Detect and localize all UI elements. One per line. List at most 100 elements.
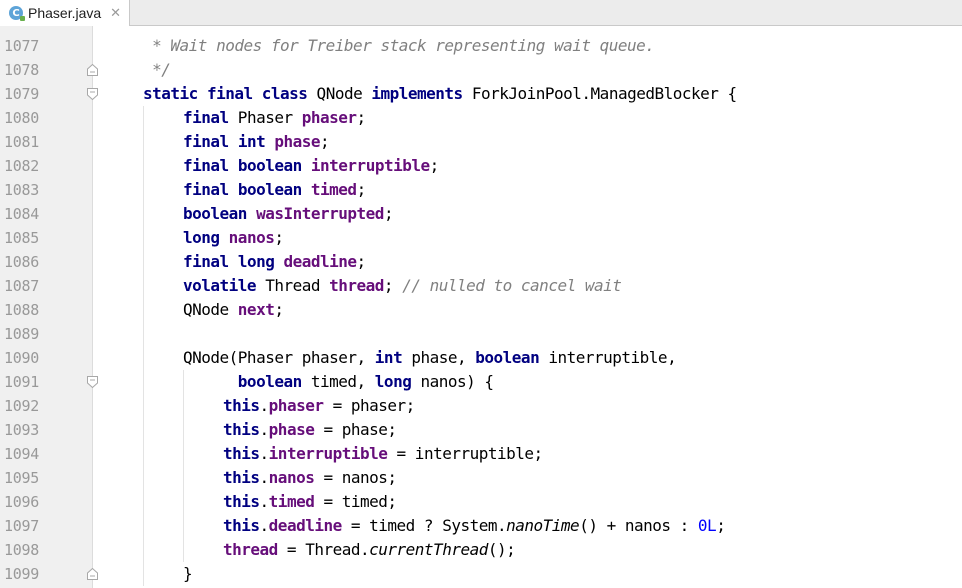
code-token: = timed; bbox=[314, 492, 397, 511]
code-text: this.deadline = timed ? System.nanoTime(… bbox=[223, 514, 726, 538]
code-token: currentThread bbox=[369, 540, 488, 559]
code-token: static bbox=[143, 84, 198, 103]
code-token: this bbox=[223, 420, 260, 439]
code-token: long bbox=[374, 372, 412, 391]
code-token: phase, bbox=[402, 348, 476, 367]
tab-phaser-java[interactable]: C Phaser.java ✕ bbox=[0, 0, 130, 26]
code-token: ForkJoinPool.ManagedBlocker { bbox=[462, 84, 737, 103]
code-line[interactable]: 1080 final Phaser phaser; bbox=[0, 106, 962, 130]
code-token: timed bbox=[268, 492, 315, 511]
code-token: nanoTime bbox=[506, 516, 580, 535]
line-number: 1084 bbox=[4, 205, 39, 223]
code-line[interactable]: 1098 thread = Thread.currentThread(); bbox=[0, 538, 962, 562]
code-line[interactable]: 1092 this.phaser = phaser; bbox=[0, 394, 962, 418]
code-token: deadline bbox=[268, 516, 343, 535]
code-token: deadline bbox=[283, 252, 357, 271]
code-token: ; bbox=[383, 276, 403, 295]
code-text: final boolean interruptible; bbox=[183, 154, 439, 178]
code-line[interactable]: 1094 this.interruptible = interruptible; bbox=[0, 442, 962, 466]
tab-label: Phaser.java bbox=[28, 5, 102, 21]
java-class-icon: C bbox=[9, 6, 25, 21]
code-token: = phaser; bbox=[323, 396, 416, 415]
code-token: (); bbox=[487, 540, 516, 559]
close-icon[interactable]: ✕ bbox=[110, 6, 121, 21]
code-token: thread bbox=[223, 540, 278, 559]
code-token: . bbox=[259, 468, 270, 487]
code-line[interactable]: 1095 this.nanos = nanos; bbox=[0, 466, 962, 490]
code-token: ; bbox=[716, 516, 726, 535]
code-token: . bbox=[259, 396, 270, 415]
code-line[interactable]: 1077 * Wait nodes for Treiber stack repr… bbox=[0, 34, 962, 58]
code-text: */ bbox=[143, 58, 171, 82]
line-number: 1092 bbox=[4, 397, 39, 415]
code-token: wasInterrupted bbox=[256, 204, 384, 223]
line-number: 1094 bbox=[4, 445, 39, 463]
code-token: next bbox=[237, 300, 275, 319]
code-token: Thread bbox=[256, 276, 330, 295]
fold-end-icon[interactable] bbox=[87, 568, 98, 580]
line-number: 1077 bbox=[4, 37, 39, 55]
code-token: this bbox=[223, 444, 260, 463]
line-number: 1089 bbox=[4, 325, 39, 343]
indent-guide bbox=[143, 106, 144, 586]
code-token: = nanos; bbox=[314, 468, 397, 487]
code-token: = phase; bbox=[314, 420, 397, 439]
code-line[interactable]: 1079 static final class QNode implements … bbox=[0, 82, 962, 106]
code-token: this bbox=[223, 468, 260, 487]
code-line[interactable]: 1091 boolean timed, long nanos) { bbox=[0, 370, 962, 394]
code-token: boolean bbox=[475, 348, 540, 367]
code-line[interactable]: 1093 this.phase = phase; bbox=[0, 418, 962, 442]
code-text: static final class QNode implements Fork… bbox=[143, 82, 737, 106]
code-text: final int phase; bbox=[183, 130, 330, 154]
code-token: interruptible bbox=[310, 156, 430, 175]
code-token: this bbox=[223, 516, 260, 535]
code-line[interactable]: 1081 final int phase; bbox=[0, 130, 962, 154]
code-line[interactable]: 1089 bbox=[0, 322, 962, 346]
code-token: phaser bbox=[268, 396, 324, 415]
code-line[interactable]: 1099} bbox=[0, 562, 962, 586]
code-text: QNode next; bbox=[183, 298, 284, 322]
code-token: nanos) { bbox=[411, 372, 494, 391]
code-token: // nulled to cancel wait bbox=[402, 276, 622, 295]
code-token: timed, bbox=[301, 372, 375, 391]
code-text: thread = Thread.currentThread(); bbox=[223, 538, 516, 562]
code-line[interactable]: 1086 final long deadline; bbox=[0, 250, 962, 274]
code-token: boolean bbox=[237, 156, 302, 175]
code-text: this.phaser = phaser; bbox=[223, 394, 415, 418]
code-line[interactable]: 1085 long nanos; bbox=[0, 226, 962, 250]
fold-end-icon[interactable] bbox=[87, 64, 98, 76]
line-number: 1096 bbox=[4, 493, 39, 511]
code-token: volatile bbox=[183, 276, 257, 295]
code-line[interactable]: 1083 final boolean timed; bbox=[0, 178, 962, 202]
code-line[interactable]: 1096 this.timed = timed; bbox=[0, 490, 962, 514]
code-editor[interactable]: 1077 * Wait nodes for Treiber stack repr… bbox=[0, 26, 962, 588]
code-token: QNode bbox=[183, 300, 238, 319]
code-token: ; bbox=[356, 108, 367, 127]
code-token: QNode bbox=[307, 84, 372, 103]
code-line[interactable]: 1090 QNode(Phaser phaser, int phase, bool… bbox=[0, 346, 962, 370]
code-token: int bbox=[237, 132, 266, 151]
code-token: final bbox=[206, 84, 253, 103]
code-text: boolean wasInterrupted; bbox=[183, 202, 394, 226]
code-token: . bbox=[259, 492, 270, 511]
code-token: final bbox=[183, 180, 229, 199]
code-text: this.phase = phase; bbox=[223, 418, 397, 442]
code-line[interactable]: 1088 QNode next; bbox=[0, 298, 962, 322]
code-token: } bbox=[183, 564, 193, 583]
line-number: 1080 bbox=[4, 109, 39, 127]
code-line[interactable]: 1078 */ bbox=[0, 58, 962, 82]
code-line[interactable]: 1082 final boolean interruptible; bbox=[0, 154, 962, 178]
code-token: int bbox=[374, 348, 403, 367]
line-number: 1082 bbox=[4, 157, 39, 175]
fold-start-icon[interactable] bbox=[87, 376, 98, 388]
line-number: 1078 bbox=[4, 61, 39, 79]
fold-start-icon[interactable] bbox=[87, 88, 98, 100]
code-line[interactable]: 1087 volatile Thread thread; // nulled to… bbox=[0, 274, 962, 298]
code-line[interactable]: 1084 boolean wasInterrupted; bbox=[0, 202, 962, 226]
code-line[interactable]: 1097 this.deadline = timed ? System.nanoT… bbox=[0, 514, 962, 538]
code-token: nanos bbox=[228, 228, 275, 247]
